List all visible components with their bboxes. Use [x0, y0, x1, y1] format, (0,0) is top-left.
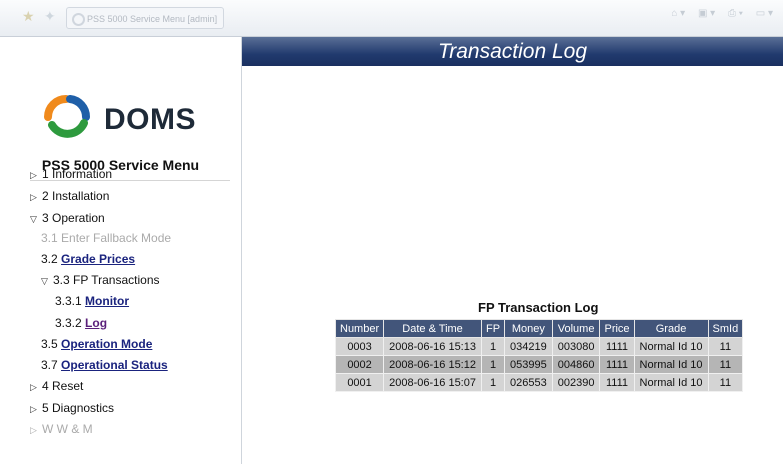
column-header: Volume — [551, 319, 601, 338]
expand-arrow-icon: ▷ — [30, 425, 37, 435]
table-cell: 1 — [480, 337, 506, 356]
menu-item-log: 3.3.2 Log — [55, 316, 108, 330]
menu-item-operation-mode: 3.5 Operation Mode — [41, 337, 153, 351]
log-link[interactable]: Log — [85, 316, 107, 330]
table-header-row: Number Date & Time FP Money Volume Price… — [334, 319, 744, 338]
add-favorites-icon[interactable]: ✦ — [44, 8, 56, 25]
menu-item-reset[interactable]: ▷ 4 Reset — [30, 379, 83, 393]
expand-arrow-icon: ▷ — [30, 192, 37, 202]
table-cell: 2008-06-16 15:12 — [383, 355, 482, 374]
transaction-log-table: Number Date & Time FP Money Volume Price… — [334, 319, 744, 392]
column-header: Price — [599, 319, 635, 338]
menu-item-operational-status: 3.7 Operational Status — [41, 358, 168, 372]
column-header: Number — [334, 319, 385, 338]
menu-item-monitor: 3.3.1 Monitor — [55, 294, 130, 308]
loading-icon — [72, 13, 85, 26]
table-cell: 1 — [480, 373, 506, 392]
table-cell: 002390 — [551, 373, 601, 392]
table-cell: 1111 — [599, 337, 635, 356]
menu-item-grade-prices: 3.2 Grade Prices — [41, 252, 136, 266]
doms-logo: DOMS — [38, 89, 218, 139]
logo-text: DOMS — [104, 103, 196, 136]
table-cell: 026553 — [504, 373, 553, 392]
table-cell: 003080 — [551, 337, 601, 356]
menu-item-enter-fallback-mode: 3.1 Enter Fallback Mode — [41, 231, 172, 245]
doms-logo-icon — [44, 95, 91, 138]
operational-status-link[interactable]: Operational Status — [61, 358, 168, 372]
home-icon[interactable]: ⌂ ▾ — [671, 8, 685, 19]
page-title: Transaction Log — [437, 40, 588, 63]
table-row: 0003 2008-06-16 15:13 1 034219 003080 11… — [334, 337, 744, 356]
menu-item-fp-transactions[interactable]: ▽ 3.3 FP Transactions — [41, 273, 160, 287]
table-cell: 004860 — [551, 355, 601, 374]
operation-mode-link[interactable]: Operation Mode — [61, 337, 152, 351]
column-header: Date & Time — [383, 319, 482, 338]
table-cell: 11 — [707, 337, 744, 356]
menu-item-installation[interactable]: ▷ 2 Installation — [30, 189, 109, 203]
main-content: Transaction Log FP Transaction Log Numbe… — [242, 37, 783, 464]
table-cell: 1111 — [599, 355, 635, 374]
table-cell: 1 — [480, 355, 506, 374]
table-row: 0002 2008-06-16 15:12 1 053995 004860 11… — [334, 355, 744, 374]
collapse-arrow-icon: ▽ — [41, 276, 48, 286]
favorites-star-icon[interactable]: ★ — [22, 8, 35, 25]
table-cell: 0003 — [334, 337, 385, 356]
menu-item-diagnostics[interactable]: ▷ 5 Diagnostics — [30, 401, 114, 415]
expand-arrow-icon: ▷ — [30, 404, 37, 414]
expand-arrow-icon: ▷ — [30, 170, 37, 180]
menu-item-information[interactable]: ▷ 1 Information — [30, 167, 112, 181]
table-cell: 053995 — [504, 355, 553, 374]
toolbar-right-buttons: ⌂ ▾ ▣ ▾ ⎙ ▾ ▭ ▾ — [671, 8, 783, 28]
column-header: Money — [504, 319, 553, 338]
table-cell: 034219 — [504, 337, 553, 356]
table-cell: 11 — [707, 355, 744, 374]
table-caption: FP Transaction Log — [478, 300, 599, 315]
grade-prices-link[interactable]: Grade Prices — [61, 252, 135, 266]
print-icon[interactable]: ⎙ ▾ — [728, 8, 743, 19]
table-row: 0001 2008-06-16 15:07 1 026553 002390 11… — [334, 373, 744, 392]
table-cell: 0001 — [334, 373, 385, 392]
column-header: SmId — [707, 319, 744, 338]
feeds-icon[interactable]: ▣ ▾ — [698, 8, 715, 19]
menu-item-operation[interactable]: ▽ 3 Operation — [30, 211, 105, 225]
service-menu-sidebar: DOMS PSS 5000 Service Menu ▷ 1 Informatio… — [0, 37, 242, 464]
table-cell: Normal Id 10 — [633, 337, 709, 356]
title-banner: Transaction Log — [242, 37, 783, 66]
page-icon[interactable]: ▭ ▾ — [756, 8, 773, 19]
table-cell: Normal Id 10 — [633, 355, 709, 374]
column-header: FP — [480, 319, 506, 338]
table-cell: 11 — [707, 373, 744, 392]
menu-item-ww-m: ▷ W W & M — [30, 422, 93, 436]
table-cell: 2008-06-16 15:13 — [383, 337, 482, 356]
collapse-arrow-icon: ▽ — [30, 214, 37, 224]
table-cell: 1111 — [599, 373, 635, 392]
tab-title: PSS 5000 Service Menu [admin] — [87, 14, 218, 24]
table-cell: Normal Id 10 — [633, 373, 709, 392]
monitor-link[interactable]: Monitor — [85, 294, 129, 308]
expand-arrow-icon: ▷ — [30, 382, 37, 392]
browser-toolbar: ★ ✦ PSS 5000 Service Menu [admin] ⌂ ▾ ▣ … — [0, 0, 783, 37]
table-cell: 2008-06-16 15:07 — [383, 373, 482, 392]
browser-tab[interactable]: PSS 5000 Service Menu [admin] — [66, 7, 224, 29]
table-cell: 0002 — [334, 355, 385, 374]
column-header: Grade — [633, 319, 709, 338]
